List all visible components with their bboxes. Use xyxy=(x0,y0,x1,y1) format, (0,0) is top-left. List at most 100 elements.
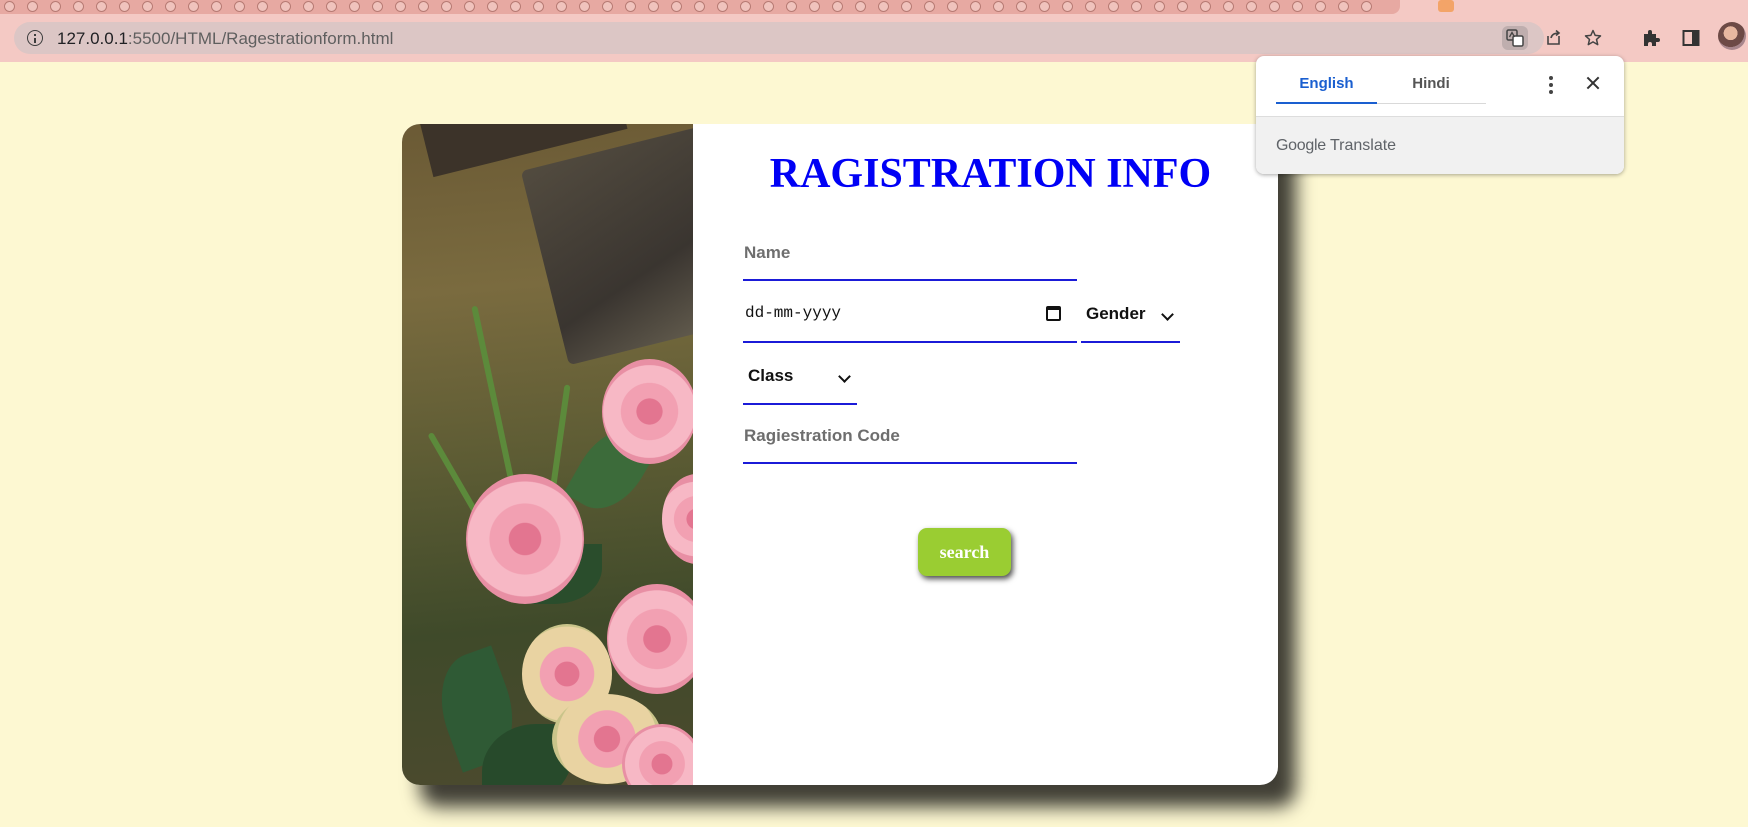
tab-favicon[interactable] xyxy=(119,1,130,12)
tab-favicon[interactable] xyxy=(786,1,797,12)
tab-favicon[interactable] xyxy=(50,1,61,12)
tab-favicon[interactable] xyxy=(1085,1,1096,12)
search-button[interactable]: search xyxy=(918,528,1011,576)
side-panel-icon xyxy=(1682,30,1700,46)
name-input[interactable]: Name xyxy=(743,224,1077,281)
photo-rose xyxy=(466,474,584,604)
tab-favicon[interactable] xyxy=(878,1,889,12)
tab-favicon[interactable] xyxy=(4,1,15,12)
tab-favicon[interactable] xyxy=(1223,1,1234,12)
tab-favicon[interactable] xyxy=(993,1,1004,12)
tab-favicon[interactable] xyxy=(1062,1,1073,12)
url-text[interactable]: 127.0.0.1:5500/HTML/Ragestrationform.htm… xyxy=(57,29,393,49)
address-bar[interactable]: 127.0.0.1:5500/HTML/Ragestrationform.htm… xyxy=(14,22,1602,54)
tab-favicon[interactable] xyxy=(947,1,958,12)
tab-favicon[interactable] xyxy=(901,1,912,12)
class-selected: Class xyxy=(748,366,794,385)
tab-favicon[interactable] xyxy=(694,1,705,12)
calendar-icon[interactable] xyxy=(1046,306,1061,321)
registration-card: RAGISTRATION INFO Name dd-mm-yyyy Gender… xyxy=(402,124,1278,785)
tab-favicon[interactable] xyxy=(27,1,38,12)
tab-favicon[interactable] xyxy=(556,1,567,12)
tab-favicon[interactable] xyxy=(832,1,843,12)
roses-photo xyxy=(402,124,693,785)
tab-favicon[interactable] xyxy=(1438,0,1454,12)
tab-favicon[interactable] xyxy=(257,1,268,12)
info-icon[interactable] xyxy=(27,30,43,46)
tab-favicon[interactable] xyxy=(96,1,107,12)
class-select[interactable]: Class xyxy=(743,347,857,405)
tab-favicon[interactable] xyxy=(533,1,544,12)
share-button[interactable] xyxy=(1541,26,1567,50)
close-icon[interactable] xyxy=(1584,74,1602,92)
gender-select[interactable]: Gender xyxy=(1081,285,1180,343)
tab-favicon[interactable] xyxy=(1131,1,1142,12)
gender-selected: Gender xyxy=(1086,304,1146,323)
tab-favicon[interactable] xyxy=(579,1,590,12)
tab-hindi[interactable]: Hindi xyxy=(1386,75,1476,92)
tab-favicon[interactable] xyxy=(441,1,452,12)
tab-favicon[interactable] xyxy=(188,1,199,12)
tab-favicon[interactable] xyxy=(1108,1,1119,12)
tab-favicon[interactable] xyxy=(1177,1,1188,12)
tab-favicon[interactable] xyxy=(970,1,981,12)
tab-favicon[interactable] xyxy=(602,1,613,12)
tab-favicon[interactable] xyxy=(326,1,337,12)
tab-favicon[interactable] xyxy=(165,1,176,12)
brand-translate: Translate xyxy=(1329,137,1397,154)
tab-favicon[interactable] xyxy=(1361,1,1372,12)
tab-favicon[interactable] xyxy=(1016,1,1027,12)
tab-favicon[interactable] xyxy=(809,1,820,12)
share-icon xyxy=(1547,29,1561,45)
tab-favicon[interactable] xyxy=(395,1,406,12)
tab-favicon[interactable] xyxy=(740,1,751,12)
tab-favicon[interactable] xyxy=(487,1,498,12)
tab-favicon[interactable] xyxy=(211,1,222,12)
tab-favicon[interactable] xyxy=(280,1,291,12)
tab-favicon[interactable] xyxy=(234,1,245,12)
profile-avatar[interactable] xyxy=(1718,22,1746,50)
tab-favicon[interactable] xyxy=(1246,1,1257,12)
tab-favicon[interactable] xyxy=(1338,1,1349,12)
tab-favicon[interactable] xyxy=(648,1,659,12)
google-translate-brand: Google Translate xyxy=(1276,137,1396,155)
bookmark-button[interactable] xyxy=(1580,26,1606,50)
form-title: RAGISTRATION INFO xyxy=(769,151,1212,197)
photo-rose xyxy=(662,474,693,564)
tab-favicon[interactable] xyxy=(763,1,774,12)
more-vert-icon[interactable] xyxy=(1549,76,1553,94)
chevron-down-icon xyxy=(838,370,851,383)
popup-footer: Google Translate xyxy=(1256,116,1624,174)
tab-favicon[interactable] xyxy=(625,1,636,12)
tab-group[interactable] xyxy=(0,0,1400,14)
photo-bench xyxy=(520,124,693,366)
registration-code-input[interactable]: Ragiestration Code xyxy=(743,407,1077,464)
photo-rose xyxy=(607,584,693,694)
tab-favicon[interactable] xyxy=(303,1,314,12)
translate-button[interactable] xyxy=(1502,26,1528,50)
registration-code-placeholder: Ragiestration Code xyxy=(744,426,900,445)
tab-favicon[interactable] xyxy=(73,1,84,12)
photo-rose xyxy=(602,359,693,464)
tab-favicon[interactable] xyxy=(1269,1,1280,12)
tab-favicon[interactable] xyxy=(1292,1,1303,12)
tab-favicon[interactable] xyxy=(349,1,360,12)
extensions-button[interactable] xyxy=(1636,24,1666,52)
tab-favicon[interactable] xyxy=(464,1,475,12)
tab-favicon[interactable] xyxy=(1200,1,1211,12)
date-input[interactable]: dd-mm-yyyy xyxy=(743,285,1077,343)
tab-favicon[interactable] xyxy=(924,1,935,12)
tab-favicon[interactable] xyxy=(1315,1,1326,12)
tab-favicon[interactable] xyxy=(671,1,682,12)
tab-favicon[interactable] xyxy=(717,1,728,12)
extensions-icon xyxy=(1644,30,1660,46)
tab-favicon[interactable] xyxy=(510,1,521,12)
tab-favicon[interactable] xyxy=(855,1,866,12)
tab-favicon[interactable] xyxy=(142,1,153,12)
tab-favicon[interactable] xyxy=(1154,1,1165,12)
tab-favicon[interactable] xyxy=(1039,1,1050,12)
side-panel-button[interactable] xyxy=(1676,24,1706,52)
tab-english[interactable]: English xyxy=(1276,75,1377,104)
tab-favicon[interactable] xyxy=(418,1,429,12)
tab-favicon[interactable] xyxy=(372,1,383,12)
